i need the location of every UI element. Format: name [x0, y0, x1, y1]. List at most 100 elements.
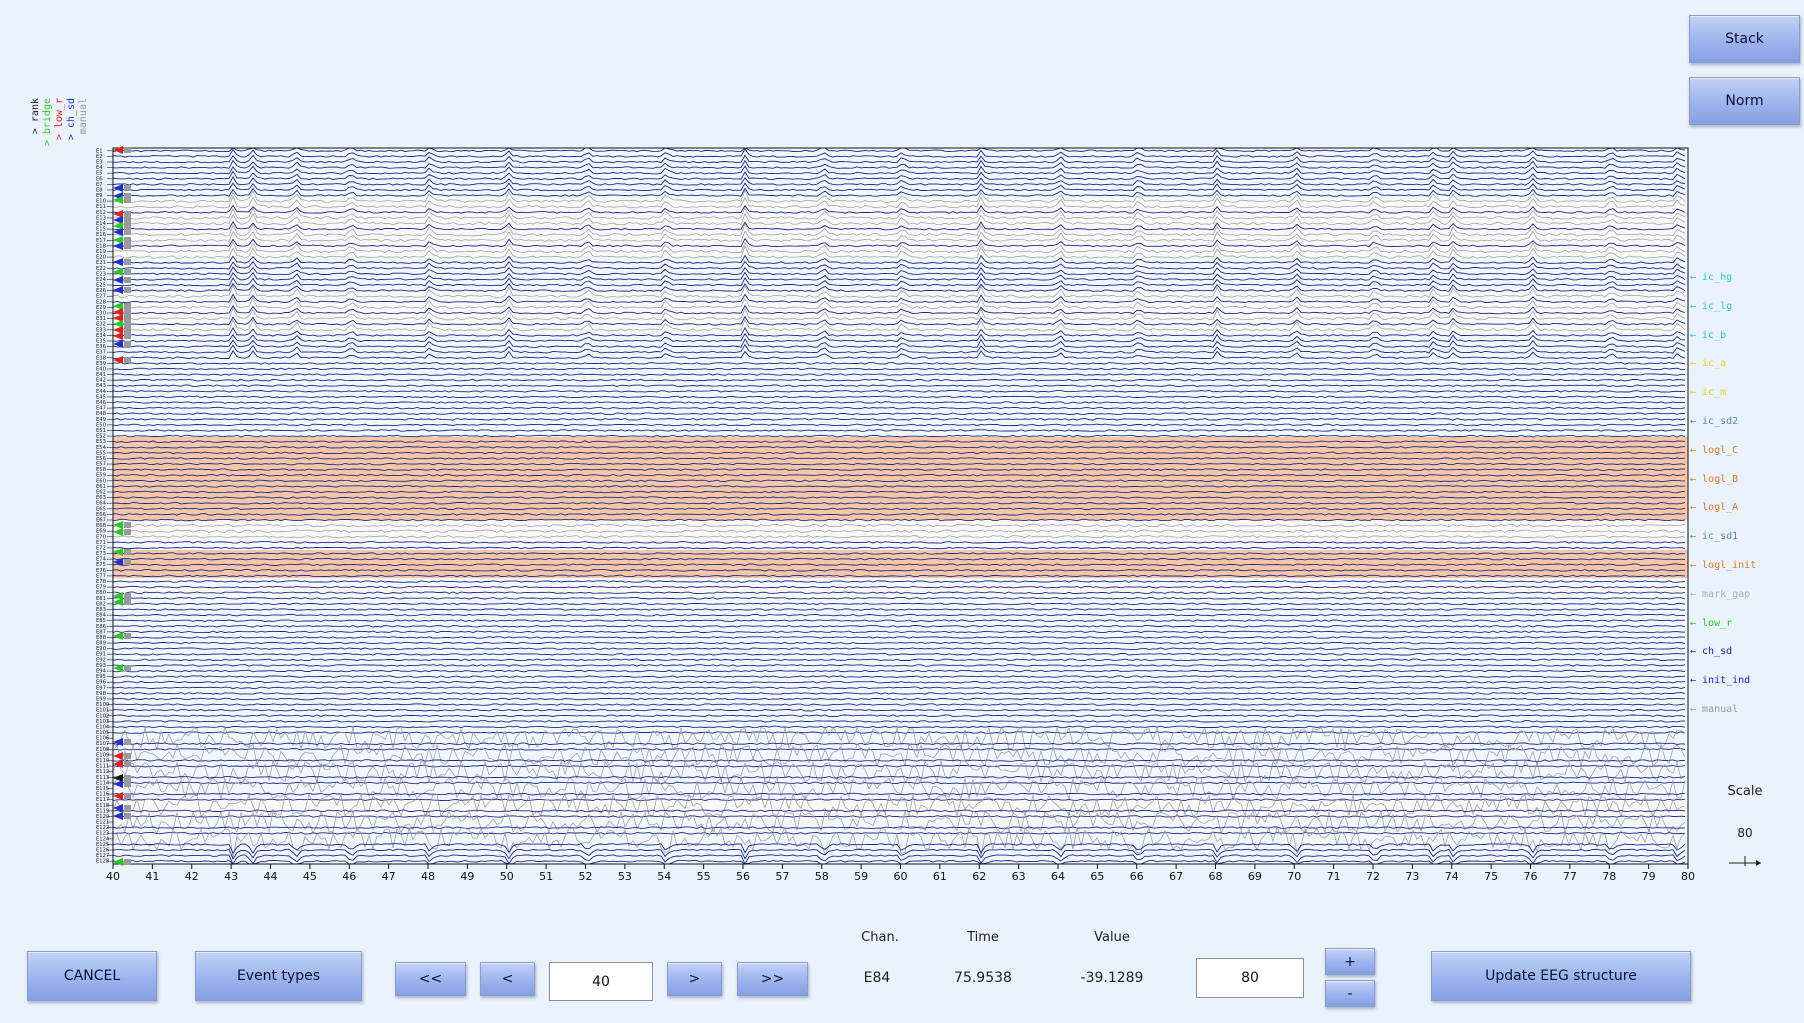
marker-bar	[124, 327, 131, 333]
eeg-plot[interactable]: E1E2E3E4E5E6E7E8E9E10E11E12E13E14E15E16E…	[0, 0, 1804, 900]
marker-bar	[124, 185, 131, 191]
channel-labels: E1E2E3E4E5E6E7E8E9E10E11E12E13E14E15E16E…	[96, 148, 113, 865]
x-tick-label: 66	[1130, 870, 1144, 883]
marker-bar	[124, 147, 131, 153]
marker-label-ic-sd1: ← ic_sd1	[1690, 531, 1739, 543]
prev-page-button[interactable]: <	[480, 962, 535, 996]
marker-bar	[124, 269, 131, 275]
last-page-button[interactable]: >>	[737, 962, 808, 996]
scale-value: 80	[1737, 826, 1753, 840]
time-value: 75.9538	[954, 970, 1012, 986]
x-tick-label: 67	[1169, 870, 1183, 883]
x-tick-label: 59	[854, 870, 868, 883]
marker-bar	[124, 665, 131, 671]
x-tick-label: 68	[1209, 870, 1223, 883]
marker-bar	[124, 229, 131, 235]
x-tick-label: 44	[264, 870, 278, 883]
x-tick-label: 70	[1287, 870, 1301, 883]
x-tick-label: 47	[382, 870, 396, 883]
x-tick-label: 79	[1642, 870, 1656, 883]
x-tick-label: 64	[1051, 870, 1065, 883]
x-tick-label: 49	[460, 870, 474, 883]
x-tick-label: 62	[972, 870, 986, 883]
marker-bar	[124, 303, 131, 309]
x-tick-label: 69	[1248, 870, 1262, 883]
marker-bar	[124, 277, 131, 283]
x-tick-label: 77	[1563, 870, 1577, 883]
marker-label-logl-C: ← logl_C	[1690, 444, 1739, 456]
x-tick-label: 43	[224, 870, 238, 883]
marker-bar	[124, 813, 131, 819]
marker-bar	[124, 805, 131, 811]
marker-bar	[124, 753, 131, 759]
marker-bar	[124, 793, 131, 799]
scale-minus-button[interactable]: -	[1325, 980, 1375, 1007]
marker-label-ic-b: ← ic_b	[1690, 329, 1727, 341]
marker-label-manual: ← manual	[1690, 704, 1739, 715]
x-tick-label: 75	[1484, 870, 1498, 883]
marker-label-init-ind: ← init_ind	[1690, 675, 1751, 687]
scale-bar-icon	[1729, 856, 1761, 866]
x-tick-label: 61	[933, 870, 947, 883]
x-tick-label: 51	[539, 870, 553, 883]
marker-bar	[124, 309, 131, 315]
marker-bar	[124, 333, 131, 339]
time-start-input[interactable]: 40	[549, 962, 653, 1001]
marker-bar	[124, 315, 131, 321]
marker-bar	[124, 529, 131, 535]
next-page-button[interactable]: >	[667, 962, 722, 996]
flagged-band	[113, 198, 1688, 258]
x-tick-label: 50	[500, 870, 514, 883]
x-tick-label: 73	[1405, 870, 1419, 883]
scale-plus-button[interactable]: +	[1325, 948, 1375, 975]
marker-bar	[124, 243, 131, 249]
x-tick-label: 52	[579, 870, 593, 883]
x-tick-label: 78	[1602, 870, 1616, 883]
marker-bar	[124, 761, 131, 767]
marker-label-ch-sd: ← ch_sd	[1690, 646, 1733, 658]
marker-bar	[124, 775, 131, 781]
marker-bar	[124, 259, 131, 265]
marker-bar	[124, 237, 131, 243]
scale-input[interactable]: 80	[1196, 958, 1304, 998]
cancel-button[interactable]: CANCEL	[27, 951, 157, 1001]
marker-label-low-r: ← low_r	[1690, 617, 1733, 629]
marker-bar	[124, 341, 131, 347]
x-tick-label: 58	[815, 870, 829, 883]
marker-bar	[124, 593, 131, 599]
marker-label-ic-hg: ← ic_hg	[1690, 272, 1733, 283]
marker-bar	[124, 321, 131, 327]
channel-label: E128	[96, 859, 109, 865]
x-tick-label: 53	[618, 870, 632, 883]
x-tick-label: 60	[894, 870, 908, 883]
marker-label-logl-A: ← logl_A	[1690, 502, 1739, 514]
time-header: Time	[967, 930, 999, 945]
marker-label-logl-init: ← logl_init	[1690, 560, 1757, 571]
marker-label-logl-B: ← logl_B	[1690, 473, 1739, 485]
event-types-button[interactable]: Event types	[195, 951, 362, 1001]
marker-bar	[124, 287, 131, 293]
marker-label-ic-a: ← ic_a	[1690, 358, 1727, 370]
update-eeg-button[interactable]: Update EEG structure	[1431, 951, 1691, 1001]
x-tick-label: 45	[303, 870, 317, 883]
marker-label-ic-sd2: ← ic_sd2	[1690, 416, 1739, 427]
x-tick-label: 48	[421, 870, 435, 883]
x-tick-label: 74	[1445, 870, 1459, 883]
x-tick-label: 56	[736, 870, 750, 883]
marker-bar	[124, 223, 131, 229]
x-tick-label: 41	[145, 870, 159, 883]
marker-bar	[124, 549, 131, 555]
highlight-band	[113, 437, 1688, 520]
x-tick-label: 63	[1012, 870, 1026, 883]
marker-bar	[124, 197, 131, 203]
marker-label-ic-m: ← ic_m	[1690, 387, 1727, 399]
marker-label-mark-gap: ← mark_gap	[1690, 588, 1751, 600]
x-tick-label: 65	[1090, 870, 1104, 883]
marker-bar	[124, 599, 131, 605]
x-tick-label: 72	[1366, 870, 1380, 883]
first-page-button[interactable]: <<	[395, 962, 466, 996]
x-tick-label: 55	[697, 870, 711, 883]
x-tick-label: 54	[657, 870, 671, 883]
x-tick-label: 40	[106, 870, 120, 883]
marker-bar	[124, 781, 131, 787]
